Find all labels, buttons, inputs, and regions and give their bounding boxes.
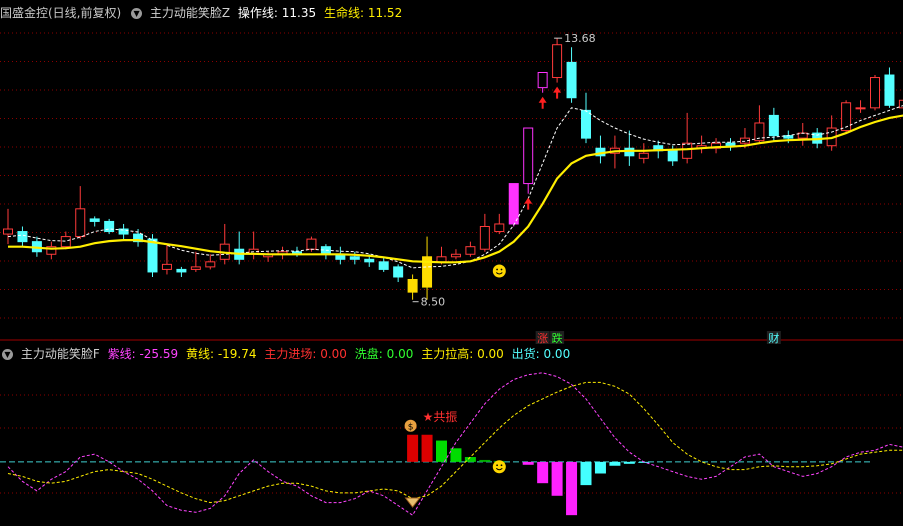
- candle-body: [624, 147, 635, 157]
- money-bag-glyph: $: [408, 422, 414, 432]
- indicator-bar: [566, 461, 578, 516]
- signal-badge-text: 涨: [537, 332, 548, 345]
- indicator-bar: [609, 461, 621, 466]
- candle-body: [378, 261, 389, 270]
- candle-body: [797, 132, 808, 139]
- signal-badge-text: 财: [768, 331, 779, 345]
- candle-body: [118, 228, 129, 235]
- candle-body: [870, 77, 880, 109]
- candle-body: [205, 261, 216, 268]
- low-price-label: 8.50: [421, 296, 446, 309]
- candle-body: [147, 238, 158, 273]
- candle-body: [465, 246, 476, 255]
- candle-body: [682, 142, 693, 159]
- candle-body: [523, 127, 534, 185]
- indicator-bar: [407, 434, 419, 462]
- candle-body: [581, 109, 591, 139]
- candle-body: [407, 279, 418, 293]
- smiley-icon: [492, 460, 506, 474]
- indicator-bar: [594, 461, 606, 474]
- chart-canvas[interactable]: 13.68 8.50 涨跌 财 $ ★共振: [0, 0, 903, 526]
- candle-body: [161, 263, 172, 270]
- purple-line: [7, 372, 903, 516]
- indicator-bar: [522, 461, 534, 465]
- up-arrow-icon: [538, 96, 547, 109]
- candle-body: [190, 266, 201, 270]
- candle-body: [552, 44, 563, 79]
- candle-body: [884, 74, 895, 106]
- op-line: [7, 105, 903, 269]
- smiley-eye: [496, 464, 498, 467]
- candle-body: [667, 150, 678, 162]
- candle-body: [60, 236, 71, 248]
- indicator-bar: [436, 440, 447, 462]
- candle-body: [725, 142, 736, 147]
- indicator-bar: [551, 461, 563, 496]
- candle-body: [450, 253, 461, 258]
- candle-body: [841, 102, 852, 132]
- candle-body: [479, 225, 490, 250]
- candle-body: [75, 208, 86, 238]
- smiley-eye: [500, 268, 503, 271]
- candle-body: [508, 183, 519, 225]
- resonance-label: ★共振: [423, 410, 458, 424]
- smiley-eye: [500, 464, 503, 467]
- diamond-icon: [404, 497, 421, 508]
- candle-body: [3, 228, 13, 235]
- candle-body: [898, 99, 903, 109]
- candle-body: [89, 218, 100, 222]
- candle-body: [494, 223, 505, 233]
- candle-body: [364, 258, 375, 263]
- indicator-bar: [623, 461, 635, 464]
- indicator-bar: [580, 461, 592, 486]
- smiley-eye: [496, 268, 498, 271]
- candle-body: [436, 256, 447, 263]
- candle-body: [566, 61, 577, 99]
- smiley-icon: [492, 264, 506, 278]
- indicator-bar: [537, 461, 549, 484]
- candle-body: [393, 266, 404, 278]
- up-arrow-icon: [524, 197, 533, 210]
- candle-body: [537, 71, 548, 89]
- candle-body: [638, 152, 649, 159]
- indicator-bar: [421, 434, 433, 462]
- signal-badge-text: 跌: [552, 331, 563, 345]
- candle-body: [176, 268, 187, 273]
- up-arrow-icon: [553, 86, 562, 99]
- indicator-bar: [479, 459, 491, 462]
- indicator-bar: [450, 448, 462, 462]
- candle-body: [17, 231, 28, 243]
- candle-body: [349, 256, 360, 260]
- candle-body: [768, 114, 779, 137]
- candle-body: [855, 107, 866, 110]
- candle-body: [306, 238, 317, 250]
- high-price-label: 13.68: [564, 32, 596, 45]
